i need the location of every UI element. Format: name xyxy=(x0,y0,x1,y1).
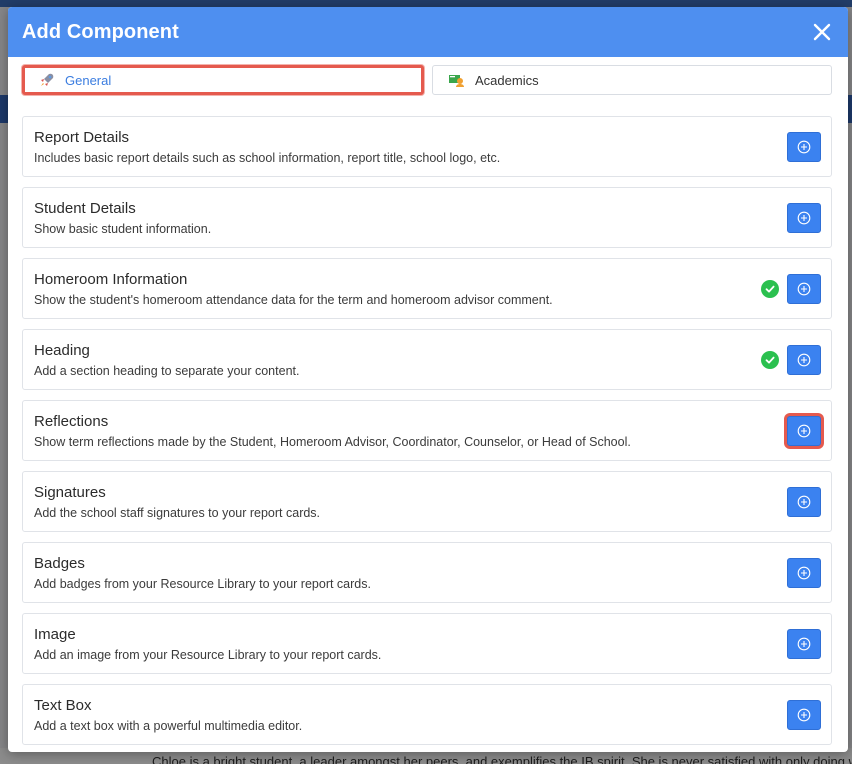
component-card-reflections: Reflections Show term reflections made b… xyxy=(22,400,832,461)
add-image-button[interactable] xyxy=(787,629,821,659)
modal-title: Add Component xyxy=(22,20,179,43)
add-student-details-button[interactable] xyxy=(787,203,821,233)
component-title: Homeroom Information xyxy=(34,271,188,288)
plus-circle-icon xyxy=(797,708,811,722)
add-signatures-button[interactable] xyxy=(787,487,821,517)
component-title: Signatures xyxy=(34,484,106,501)
plus-circle-icon xyxy=(797,424,811,438)
component-description: Add the school staff signatures to your … xyxy=(34,506,321,520)
component-title: Badges xyxy=(34,555,85,572)
component-title: Text Box xyxy=(34,697,92,714)
component-list: Report Details Includes basic report det… xyxy=(22,116,832,755)
component-description: Add badges from your Resource Library to… xyxy=(34,577,371,591)
add-homeroom-information-button[interactable] xyxy=(787,274,821,304)
component-title: Student Details xyxy=(34,200,136,217)
component-card-signatures: Signatures Add the school staff signatur… xyxy=(22,471,832,532)
component-description: Add a section heading to separate your c… xyxy=(34,364,300,378)
component-card-image: Image Add an image from your Resource Li… xyxy=(22,613,832,674)
component-card-heading: Heading Add a section heading to separat… xyxy=(22,329,832,390)
component-description: Add a text box with a powerful multimedi… xyxy=(34,719,303,733)
plus-circle-icon xyxy=(797,495,811,509)
add-report-details-button[interactable] xyxy=(787,132,821,162)
tab-general[interactable]: General xyxy=(22,65,424,95)
component-title: Report Details xyxy=(34,129,130,146)
component-tabs: General Academics xyxy=(22,65,832,95)
add-text-box-button[interactable] xyxy=(787,700,821,730)
add-reflections-button[interactable] xyxy=(787,416,821,446)
component-description: Show basic student information. xyxy=(34,222,212,236)
modal-header: Add Component xyxy=(8,7,848,57)
close-button[interactable] xyxy=(810,20,834,44)
tab-academics[interactable]: Academics xyxy=(432,65,832,95)
tab-academics-label: Academics xyxy=(475,72,539,88)
rocket-icon xyxy=(37,72,57,88)
add-heading-button[interactable] xyxy=(787,345,821,375)
check-circle-icon xyxy=(761,280,779,298)
component-card-text-box: Text Box Add a text box with a powerful … xyxy=(22,684,832,745)
plus-circle-icon xyxy=(797,140,811,154)
component-title: Reflections xyxy=(34,413,109,430)
component-card-report-details: Report Details Includes basic report det… xyxy=(22,116,832,177)
component-title: Image xyxy=(34,626,76,643)
tab-general-label: General xyxy=(65,72,112,88)
component-card-homeroom-information: Homeroom Information Show the student's … xyxy=(22,258,832,319)
component-description: Show the student's homeroom attendance d… xyxy=(34,293,553,307)
component-description: Includes basic report details such as sc… xyxy=(34,151,501,165)
close-icon xyxy=(813,23,831,41)
component-card-student-details: Student Details Show basic student infor… xyxy=(22,187,832,248)
add-badges-button[interactable] xyxy=(787,558,821,588)
check-circle-icon xyxy=(761,351,779,369)
component-card-badges: Badges Add badges from your Resource Lib… xyxy=(22,542,832,603)
plus-circle-icon xyxy=(797,211,811,225)
component-description: Add an image from your Resource Library … xyxy=(34,648,382,662)
plus-circle-icon xyxy=(797,353,811,367)
graduation-icon xyxy=(447,72,467,88)
plus-circle-icon xyxy=(797,282,811,296)
component-description: Show term reflections made by the Studen… xyxy=(34,435,631,449)
plus-circle-icon xyxy=(797,637,811,651)
component-title: Heading xyxy=(34,342,90,359)
plus-circle-icon xyxy=(797,566,811,580)
